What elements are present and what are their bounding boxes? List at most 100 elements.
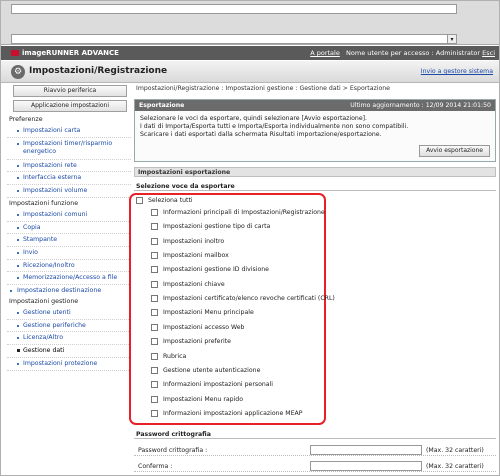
title-bar: ⚙ Impostazioni/Registrazione Invio a ges… [1, 61, 499, 83]
sidebar-group-preferences: Preferenze [9, 116, 43, 123]
password-input[interactable] [310, 445, 422, 455]
description-line: Selezionare le voci da esportare, quindi… [140, 115, 368, 122]
sidebar-item-volume[interactable]: Impostazioni volume [7, 185, 131, 198]
sidebar-item-label: Gestione dati [23, 347, 65, 355]
password-label: Password crittografia : [138, 447, 208, 454]
checkbox-label: Impostazioni chiave [163, 280, 225, 288]
sidebar-item-destination[interactable]: Impostazione destinazione [7, 286, 131, 296]
export-panel-header: Esportazione Ultimo aggiornamento : 12/0… [135, 100, 495, 111]
sidebar-item-label: Impostazioni volume [23, 187, 88, 195]
sidebar-item-timer[interactable]: Impostazioni timer/risparmio energetico [7, 138, 131, 160]
breadcrumb: Impostazioni/Registrazione : Impostazion… [136, 85, 390, 92]
bullet-icon [17, 324, 19, 327]
bullet-icon [17, 213, 19, 216]
checkbox-label: Informazioni principali di Impostazioni/… [163, 209, 325, 216]
checkbox-label: Impostazioni certificato/elenco revoche … [163, 295, 335, 303]
sidebar-item-send[interactable]: Invio [7, 247, 131, 260]
last-update: Ultimo aggiornamento : 12/09 2014 21:01:… [350, 102, 491, 109]
checkbox-label: Impostazioni gestione ID divisione [163, 266, 269, 274]
password-row: Password crittografia : (Max. 32 caratte… [134, 445, 496, 456]
sidebar-item-label: Impostazioni timer/risparmio energetico [23, 139, 113, 156]
checkbox-label: Impostazioni inoltro [163, 237, 225, 245]
confirm-hint: (Max. 32 caratteri) [426, 463, 484, 470]
checkbox[interactable] [151, 309, 158, 317]
checkbox[interactable] [151, 295, 158, 303]
sidebar-item-receive[interactable]: Ricezione/Inoltro [7, 260, 131, 273]
confirm-label: Conferma : [138, 463, 173, 470]
sidebar-item-label: Impostazioni carta [23, 127, 81, 134]
sidebar-item-label: Invio [23, 248, 38, 256]
bullet-icon [17, 277, 19, 280]
confirm-input[interactable] [310, 461, 422, 471]
address-bar[interactable] [11, 4, 457, 14]
bullet-icon [17, 251, 19, 254]
checkbox[interactable] [151, 409, 158, 417]
checkbox[interactable] [151, 395, 158, 403]
description-line: I dati di Importa/Esporta tutti e Import… [140, 123, 409, 130]
bullet-icon [17, 226, 19, 229]
checkbox[interactable] [151, 266, 158, 274]
start-export-button[interactable]: Avvio esportazione [419, 145, 490, 157]
logout-link[interactable]: Esci [482, 49, 495, 57]
checkbox[interactable] [151, 323, 158, 331]
bullet-icon [17, 130, 19, 132]
checkbox[interactable] [151, 352, 158, 360]
canon-logo-icon [11, 50, 19, 56]
checkbox[interactable] [151, 280, 158, 288]
sidebar-item-storage[interactable]: Memorizzazione/Accesso a file [7, 272, 131, 286]
top-bar: imageRUNNER ADVANCE A portale Nome utent… [1, 46, 499, 60]
sidebar-item-network[interactable]: Impostazioni rete [7, 160, 131, 173]
sidebar-item-label: Copia [23, 223, 41, 231]
sidebar-item-security[interactable]: Impostazioni protezione [7, 358, 131, 371]
sidebar-item-label: Impostazione destinazione [17, 287, 102, 295]
sidebar-item-label: Impostazioni comuni [23, 210, 88, 218]
bullet-icon [17, 177, 19, 180]
sidebar-item-devices[interactable]: Gestione periferiche [7, 320, 131, 333]
sidebar-item-printer[interactable]: Stampante [7, 234, 131, 247]
sidebar: Riavvio periferica Applicazione impostaz… [7, 85, 131, 371]
select-items-head: Selezione voce da esportare [134, 181, 496, 191]
checkbox[interactable] [151, 223, 158, 231]
apply-settings-button[interactable]: Applicazione impostazioni [13, 100, 127, 112]
checkbox-label: Impostazioni accesso Web [163, 323, 245, 331]
sidebar-item-paper[interactable]: Impostazioni carta [7, 125, 131, 138]
restart-device-button[interactable]: Riavvio periferica [13, 85, 127, 97]
sidebar-item-copy[interactable]: Copia [7, 222, 131, 235]
main-content: Impostazioni/Registrazione : Impostazion… [129, 85, 496, 472]
bullet-icon [17, 239, 19, 242]
checkbox-label: Informazioni impostazioni applicazione M… [163, 409, 303, 417]
brand: imageRUNNER ADVANCE [11, 49, 119, 57]
bullet-icon [17, 264, 19, 267]
sidebar-item-interface[interactable]: Interfaccia esterna [7, 172, 131, 186]
checkbox-label: Informazioni impostazioni personali [163, 381, 274, 389]
portal-link[interactable]: A portale [310, 49, 340, 57]
sidebar-item-label: Impostazioni protezione [23, 359, 98, 367]
password-hint: (Max. 32 caratteri) [426, 447, 484, 454]
checkbox-label: Gestione utente autenticazione [163, 366, 261, 374]
sidebar-item-label: Gestione periferiche [23, 321, 86, 329]
browser-window: ▾ imageRUNNER ADVANCE A portale Nome ute… [0, 0, 500, 476]
checkbox[interactable] [151, 209, 158, 216]
sidebar-item-users[interactable]: Gestione utenti [7, 307, 131, 320]
export-settings-head: Impostazioni esportazione [134, 167, 496, 177]
checkbox[interactable] [151, 237, 158, 245]
checkbox[interactable] [151, 366, 158, 374]
checkbox-label: Impostazioni Menu principale [163, 309, 254, 317]
bullet-icon [17, 312, 19, 315]
sidebar-item-common[interactable]: Impostazioni comuni [7, 209, 131, 222]
chevron-down-icon[interactable]: ▾ [447, 34, 457, 44]
brand-name: imageRUNNER ADVANCE [22, 49, 119, 57]
sidebar-item-label: Stampante [23, 236, 58, 244]
checkbox[interactable] [151, 381, 158, 389]
sidebar-item-label: Gestione utenti [23, 309, 71, 317]
sidebar-item-license[interactable]: Licenza/Altro [7, 332, 131, 346]
checkbox[interactable] [136, 197, 143, 204]
checkbox[interactable] [151, 252, 158, 260]
sidebar-item-label: Interfaccia esterna [23, 174, 82, 182]
system-manager-link[interactable]: Invio a gestore sistema [421, 68, 493, 75]
bullet-icon [17, 349, 20, 353]
browser-dropdown[interactable]: ▾ [11, 34, 457, 44]
checkbox[interactable] [151, 338, 158, 346]
sidebar-item-data[interactable]: Gestione dati [7, 345, 131, 358]
checkbox-label: Impostazioni preferite [163, 338, 231, 346]
